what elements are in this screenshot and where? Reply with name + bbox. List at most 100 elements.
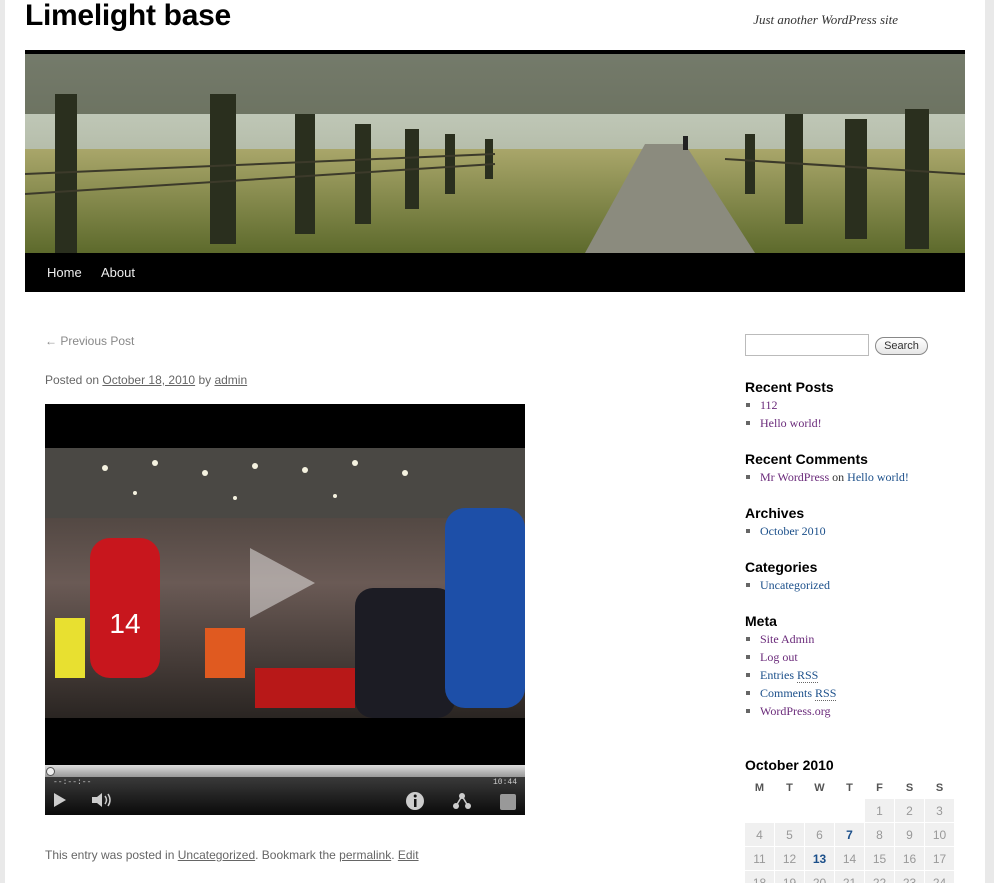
archives-list: October 2010 <box>745 522 826 540</box>
calendar-day: 5 <box>775 823 804 846</box>
recent-comments-list: Mr WordPress on Hello world! <box>745 468 909 486</box>
comment-post-link[interactable]: Hello world! <box>847 470 909 484</box>
calendar-day: 15 <box>865 847 894 870</box>
calendar-day: 8 <box>865 823 894 846</box>
calendar-day: 9 <box>895 823 924 846</box>
rss-abbr: RSS <box>815 686 837 701</box>
post-meta: Posted on October 18, 2010 by admin <box>45 373 247 387</box>
list-item: Comments RSS <box>745 684 837 702</box>
calendar-week-row: 123 <box>745 799 954 822</box>
wordpress-org-link[interactable]: WordPress.org <box>760 704 830 718</box>
list-item: Entries RSS <box>745 666 836 684</box>
calendar-week-row: 11 12 13 14 15 16 17 <box>745 847 954 870</box>
calendar-day: 17 <box>925 847 954 870</box>
list-item: October 2010 <box>745 522 826 540</box>
calendar-title: October 2010 <box>745 757 834 773</box>
calendar-day: 23 <box>895 871 924 883</box>
entries-rss-link[interactable]: Entries RSS <box>760 668 819 683</box>
categories-title: Categories <box>745 559 818 575</box>
meta-title: Meta <box>745 613 777 629</box>
nav-item-home[interactable]: Home <box>47 265 82 280</box>
volume-icon[interactable] <box>91 791 113 809</box>
recent-comments-title: Recent Comments <box>745 451 868 467</box>
weekday-label: T <box>846 782 853 794</box>
fullscreen-icon[interactable] <box>499 793 517 811</box>
recent-post-link[interactable]: 112 <box>760 398 778 412</box>
nav-item-about[interactable]: About <box>101 265 135 280</box>
calendar-day: 22 <box>865 871 894 883</box>
calendar-empty-cell <box>775 799 804 822</box>
list-item: Hello world! <box>745 414 822 432</box>
progress-handle[interactable] <box>46 767 55 776</box>
calendar-day: 6 <box>805 823 834 846</box>
post-footer: This entry was posted in Uncategorized. … <box>45 848 419 862</box>
calendar-day: 20 <box>805 871 834 883</box>
calendar-day: 19 <box>775 871 804 883</box>
weekday-label: T <box>786 782 793 794</box>
list-item: Log out <box>745 648 836 666</box>
comments-rss-link[interactable]: Comments RSS <box>760 686 837 701</box>
author-link[interactable]: admin <box>214 373 247 387</box>
separator: . <box>391 848 398 862</box>
svg-text:14: 14 <box>109 608 140 639</box>
header-image <box>25 54 965 253</box>
weekday-label: F <box>876 782 883 794</box>
category-link[interactable]: Uncategorized <box>178 848 255 862</box>
list-item: Site Admin <box>745 630 836 648</box>
rss-abbr: RSS <box>797 668 819 683</box>
main-nav: Home About <box>25 253 965 292</box>
calendar-day: 10 <box>925 823 954 846</box>
edit-link[interactable]: Edit <box>398 848 419 862</box>
site-title[interactable]: Limelight base <box>25 0 231 32</box>
permalink-link[interactable]: permalink <box>339 848 391 862</box>
calendar-day-link[interactable]: 13 <box>805 847 834 870</box>
calendar-week-row: 4 5 6 7 8 9 10 <box>745 823 954 846</box>
duration-time: 10:44 <box>492 778 517 787</box>
calendar-day: 2 <box>895 799 924 822</box>
weekday-label: S <box>935 782 944 794</box>
calendar-empty-cell <box>805 799 834 822</box>
calendar-day-link[interactable]: 7 <box>835 823 864 846</box>
list-item: 112 <box>745 396 822 414</box>
post-date-link[interactable]: October 18, 2010 <box>102 373 195 387</box>
calendar-day: 18 <box>745 871 774 883</box>
calendar-empty-cell <box>745 799 774 822</box>
calendar-day: 21 <box>835 871 864 883</box>
calendar-day: 3 <box>925 799 954 822</box>
list-item: WordPress.org <box>745 702 836 720</box>
calendar-body: 1 2 3 4 5 6 7 8 9 10 11 12 13 14 15 16 17 18 19 20 21 22 23 24 <box>745 799 954 883</box>
calendar: M T W T F S S 1 2 3 4 5 6 7 8 9 10 11 12 13 14 15 16 17 1… <box>744 777 955 883</box>
calendar-day: 4 <box>745 823 774 846</box>
by-label: by <box>195 373 215 387</box>
video-controls: --:--:-- 10:44 <box>45 777 525 815</box>
calendar-day: 16 <box>895 847 924 870</box>
calendar-day: 14 <box>835 847 864 870</box>
posted-on-label: Posted on <box>45 373 103 387</box>
weekday-label: S <box>905 782 914 794</box>
comments-label: Comments <box>760 686 816 700</box>
recent-post-link[interactable]: Hello world! <box>760 416 822 430</box>
comment-author-link[interactable]: Mr WordPress <box>760 470 829 484</box>
categories-list: Uncategorized <box>745 576 830 594</box>
calendar-empty-cell <box>835 799 864 822</box>
site-admin-link[interactable]: Site Admin <box>760 632 814 646</box>
calendar-day: 11 <box>745 847 774 870</box>
elapsed-time: --:--:-- <box>53 778 92 787</box>
category-widget-link[interactable]: Uncategorized <box>760 578 830 592</box>
play-icon[interactable] <box>53 792 67 808</box>
search-button[interactable]: Search <box>875 337 928 355</box>
list-item: Mr WordPress on Hello world! <box>745 468 909 486</box>
info-icon[interactable] <box>405 791 425 811</box>
calendar-day: 1 <box>865 799 894 822</box>
video-progress-bar[interactable] <box>45 765 525 777</box>
calendar-day: 12 <box>775 847 804 870</box>
search-input[interactable] <box>745 334 869 356</box>
calendar-week-row: 18 19 20 21 22 23 24 <box>745 871 954 883</box>
bookmark-label: . Bookmark the <box>255 848 340 862</box>
log-out-link[interactable]: Log out <box>760 650 798 664</box>
share-icon[interactable] <box>452 791 472 811</box>
video-thumbnail[interactable]: 14 <box>45 448 525 718</box>
previous-post-link[interactable]: ← Previous Post <box>45 334 134 348</box>
archive-link[interactable]: October 2010 <box>760 524 826 538</box>
video-player[interactable]: 14 --:--:-- 10:44 <box>45 404 525 815</box>
